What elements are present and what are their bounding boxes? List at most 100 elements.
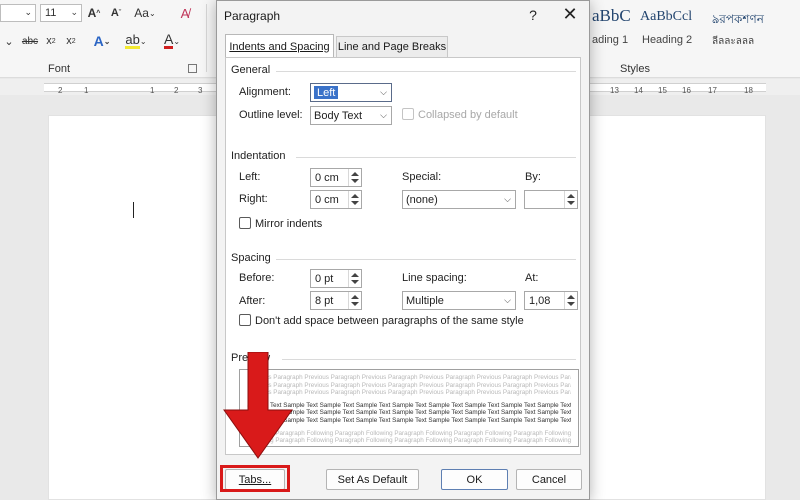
alignment-value: Left [314, 86, 339, 99]
section-divider [296, 157, 576, 158]
style-heading1-name: ading 1 [592, 34, 629, 46]
mirror-indents-checkbox[interactable] [239, 217, 251, 229]
line-spacing-label: Line spacing: [402, 272, 467, 284]
mirror-indents-label: Mirror indents [255, 218, 323, 230]
spin-arrows-icon[interactable] [348, 191, 361, 208]
indent-right-input[interactable]: 0 cm [310, 190, 362, 209]
grow-font-icon[interactable]: A ^ [86, 6, 102, 20]
spin-arrows-icon[interactable] [348, 292, 361, 309]
ruler-number: 2 [174, 86, 179, 95]
superscript-icon[interactable]: x2 [64, 34, 78, 48]
style-title-sample[interactable]: ঌরপকশণন [712, 11, 764, 31]
ribbon-divider [206, 4, 207, 72]
chevron-down-icon: ⌵ [380, 87, 387, 97]
highlight-color-icon[interactable]: ab ⌄ [124, 32, 148, 50]
cancel-button[interactable]: Cancel [516, 469, 582, 490]
indent-left-value: 0 cm [315, 171, 339, 184]
ruler-number: 15 [658, 86, 667, 95]
underline-dropdown-icon[interactable]: ⌄ [2, 34, 16, 48]
style-heading1-sample[interactable]: aBbC [592, 6, 631, 26]
red-arrow-annotation [223, 352, 293, 459]
section-divider [282, 359, 576, 360]
styles-group-label: Styles [620, 63, 650, 75]
font-color-icon[interactable]: A ⌄ [160, 32, 184, 50]
section-divider [276, 71, 576, 72]
indent-left-label: Left: [239, 171, 261, 183]
special-label: Special: [402, 171, 442, 183]
subscript-icon[interactable]: x2 [44, 34, 58, 48]
font-group-label: Font [48, 63, 71, 75]
section-general-label: General [231, 64, 271, 76]
ruler-number: 13 [610, 86, 619, 95]
dont-add-space-checkbox[interactable] [239, 314, 251, 326]
chevron-down-icon: ⌵ [380, 110, 387, 120]
special-select[interactable]: (none) ⌵ [402, 190, 516, 209]
before-label: Before: [239, 272, 275, 284]
ruler-number: 18 [744, 86, 753, 95]
shrink-font-icon[interactable]: Aˇ [108, 6, 124, 20]
ok-button[interactable]: OK [441, 469, 508, 490]
text-cursor [133, 202, 134, 218]
spacing-before-input[interactable]: 0 pt [310, 269, 362, 288]
font-name-box[interactable]: ⌄ [0, 4, 36, 22]
tab-line-and-page-breaks[interactable]: Line and Page Breaks [336, 36, 448, 57]
change-case-icon[interactable]: Aa ⌄ [134, 5, 156, 21]
by-label: By: [525, 171, 541, 183]
close-icon[interactable]: ✕ [559, 4, 581, 24]
spin-arrows-icon[interactable] [564, 292, 577, 309]
ruler-number: 2 [58, 86, 63, 95]
outline-level-label: Outline level: [239, 109, 303, 121]
outline-level-value: Body Text [314, 109, 363, 122]
dont-add-space-label: Don't add space between paragraphs of th… [255, 315, 524, 327]
by-input[interactable] [524, 190, 578, 209]
line-spacing-at-input[interactable]: 1,08 [524, 291, 578, 310]
after-label: After: [239, 295, 266, 307]
font-size-box[interactable]: 11 ⌄ [40, 4, 82, 22]
section-indentation-label: Indentation [231, 150, 286, 162]
cancel-label: Cancel [531, 473, 567, 486]
line-spacing-select[interactable]: Multiple ⌵ [402, 291, 516, 310]
indent-right-value: 0 cm [315, 193, 339, 206]
spacing-after-value: 8 pt [315, 294, 334, 307]
spin-arrows-icon[interactable] [564, 191, 577, 208]
tab-indents-label: Indents and Spacing [229, 40, 330, 53]
chevron-down-icon: ⌄ [24, 7, 32, 17]
tabs-button-highlight [220, 465, 290, 492]
ruler-number: 1 [84, 86, 89, 95]
spacing-after-input[interactable]: 8 pt [310, 291, 362, 310]
ruler-number: 3 [198, 86, 203, 95]
set-as-default-label: Set As Default [337, 473, 408, 486]
alignment-label: Alignment: [239, 86, 291, 98]
tab-indents-and-spacing[interactable]: Indents and Spacing [225, 34, 334, 58]
font-dialog-launcher-icon[interactable] [188, 64, 197, 73]
style-heading2-name: Heading 2 [642, 34, 693, 46]
ruler-number: 16 [682, 86, 691, 95]
set-as-default-button[interactable]: Set As Default [326, 469, 419, 490]
strikethrough-icon[interactable]: abc [20, 34, 40, 48]
at-label: At: [525, 272, 539, 284]
style-title-name: ลีลละลลล [712, 36, 755, 47]
section-spacing-label: Spacing [231, 252, 271, 264]
indent-left-input[interactable]: 0 cm [310, 168, 362, 187]
spin-arrows-icon[interactable] [348, 270, 361, 287]
outline-level-select[interactable]: Body Text ⌵ [310, 106, 392, 125]
collapsed-by-default-label: Collapsed by default [418, 109, 518, 121]
help-icon[interactable]: ? [523, 6, 543, 24]
chevron-down-icon: ⌵ [504, 194, 511, 204]
indent-right-label: Right: [239, 193, 268, 205]
spin-arrows-icon[interactable] [348, 169, 361, 186]
ruler-number: 17 [708, 86, 717, 95]
clear-formatting-icon[interactable]: A̸ [176, 5, 194, 21]
alignment-select[interactable]: Left ⌵ [310, 83, 392, 102]
section-divider [276, 259, 576, 260]
special-value: (none) [406, 193, 438, 206]
dialog-titlebar[interactable]: Paragraph ? ✕ [217, 1, 589, 31]
spacing-before-value: 0 pt [315, 272, 334, 285]
collapsed-by-default-checkbox[interactable] [402, 108, 414, 120]
chevron-down-icon: ⌄ [70, 7, 78, 17]
text-effects-icon[interactable]: A ⌄ [92, 32, 112, 50]
line-spacing-at-value: 1,08 [529, 294, 551, 307]
chevron-down-icon: ⌵ [504, 295, 511, 305]
style-heading2-sample[interactable]: AaBbCcl [640, 9, 692, 25]
font-size-value: 11 [45, 7, 57, 19]
